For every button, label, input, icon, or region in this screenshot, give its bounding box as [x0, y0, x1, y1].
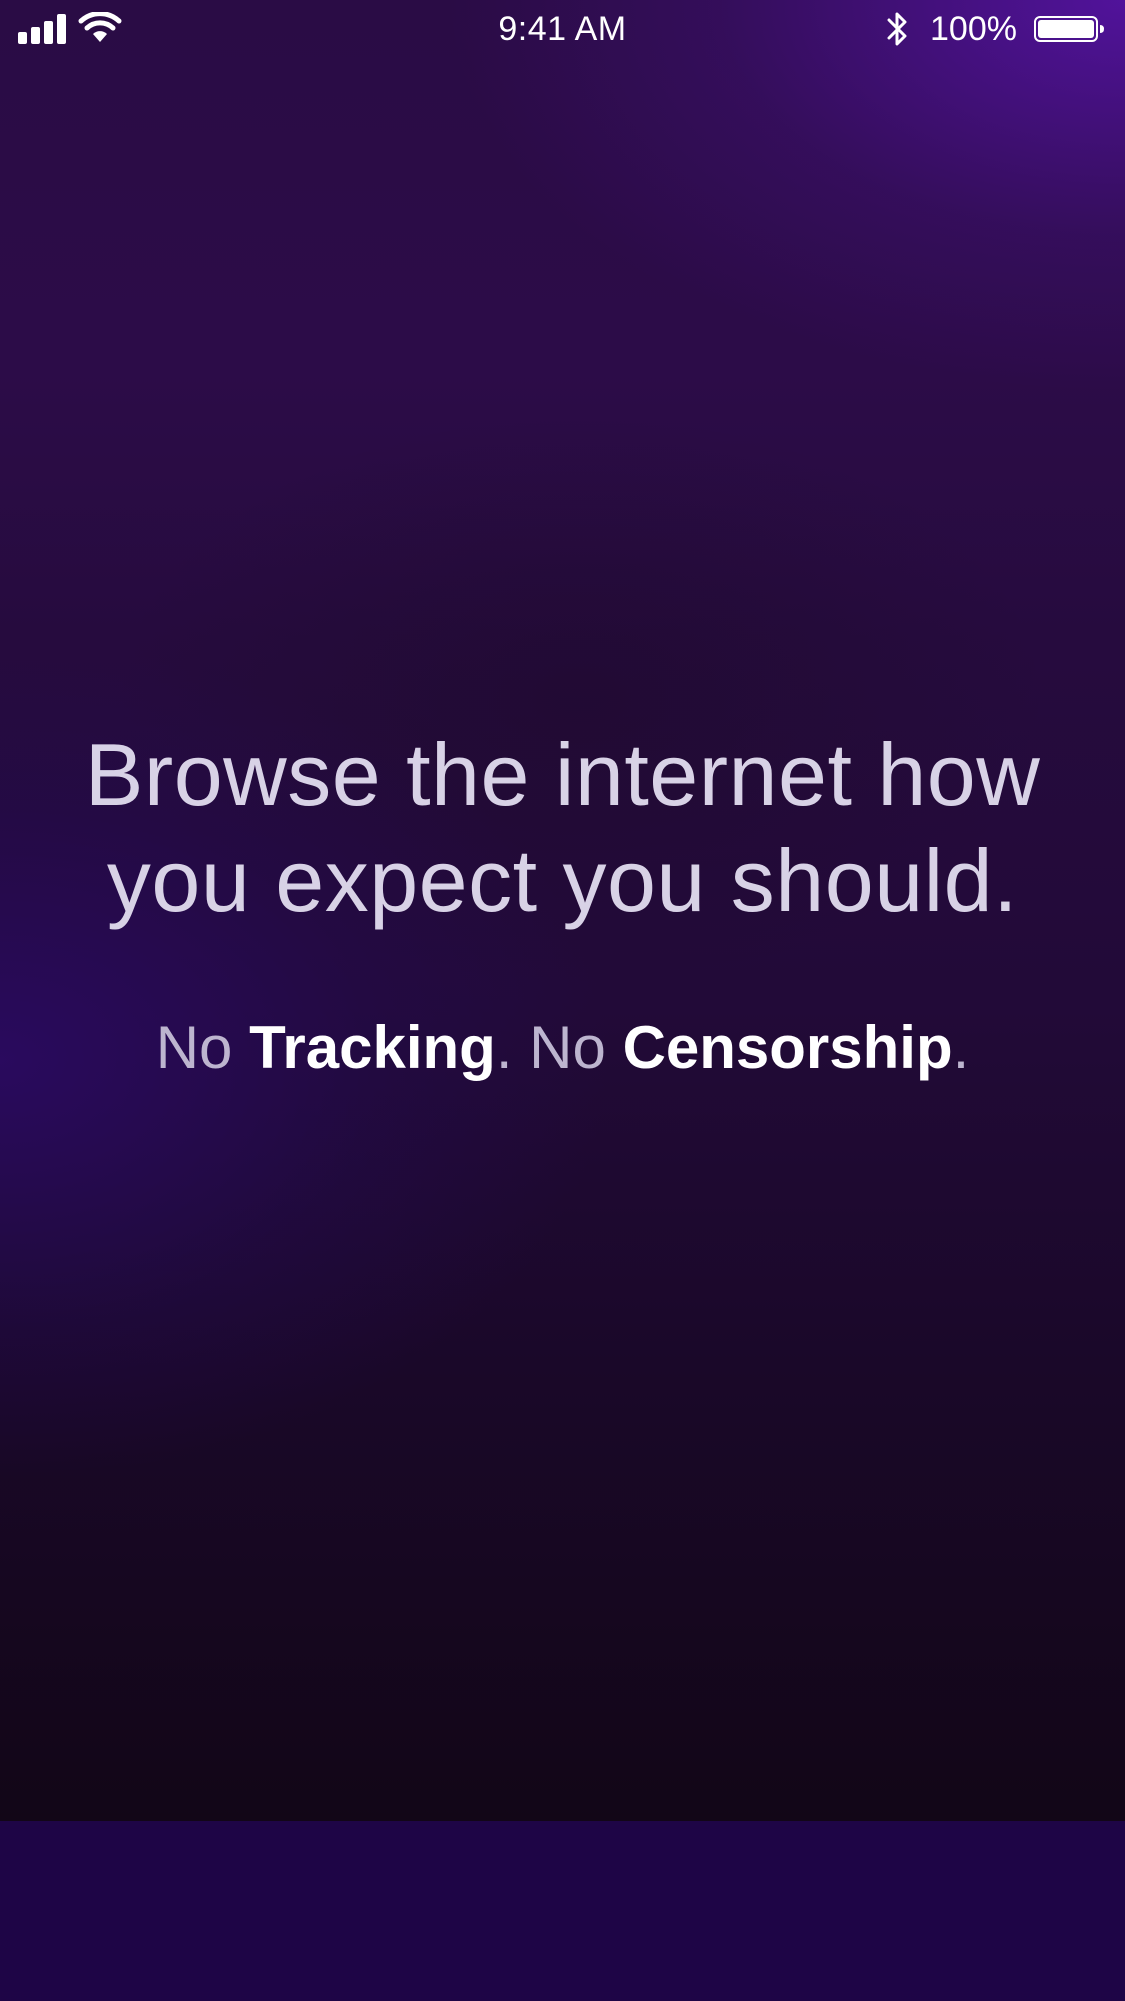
headline-line-2: you expect you should. [106, 831, 1019, 930]
hero-headline: Browse the internet how you expect you s… [40, 722, 1085, 934]
tagline-period-2: . [952, 1014, 970, 1081]
tagline-no-2: No [512, 1014, 623, 1081]
battery-level-fill [1038, 20, 1094, 38]
tagline-tracking: Tracking [249, 1014, 496, 1081]
bottom-bar [0, 1821, 1125, 2001]
tagline-censorship: Censorship [622, 1014, 953, 1081]
hero-tagline: No Tracking. No Censorship. [40, 1012, 1085, 1084]
status-bar: 9:41 AM 100% [0, 0, 1125, 58]
tagline-no-1: No [155, 1014, 250, 1081]
headline-line-1: Browse the internet how [84, 725, 1041, 824]
battery-percentage: 100% [930, 10, 1017, 48]
onboarding-screen: 9:41 AM 100% Browse the internet how you… [0, 0, 1125, 2001]
battery-icon [1034, 16, 1104, 42]
tagline-period-1: . [495, 1014, 513, 1081]
bluetooth-icon [887, 12, 907, 46]
